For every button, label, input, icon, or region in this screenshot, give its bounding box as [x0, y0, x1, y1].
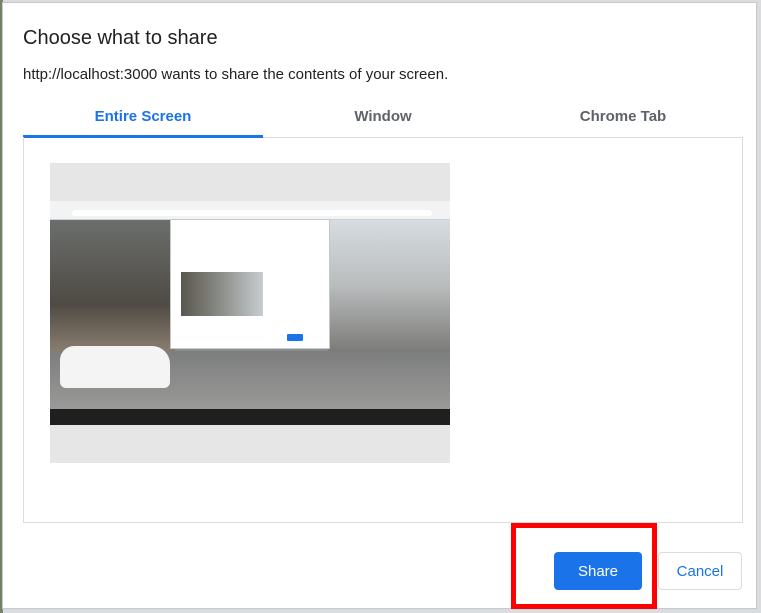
dialog-title: Choose what to share	[23, 27, 218, 49]
dialog-subtitle: http://localhost:3000 wants to share the…	[23, 66, 449, 83]
preview-dialog-button	[287, 334, 303, 341]
tab-entire-screen[interactable]: Entire Screen	[23, 99, 263, 138]
cancel-button[interactable]: Cancel	[658, 552, 742, 590]
preview-dialog-thumbnail	[181, 272, 263, 316]
tab-content-panel	[23, 137, 743, 523]
share-screen-dialog: Choose what to share http://localhost:30…	[2, 2, 757, 609]
preview-taskbar	[50, 409, 450, 425]
tab-window[interactable]: Window	[263, 99, 503, 137]
preview-browser-bar	[50, 201, 450, 220]
preview-omnibox	[72, 210, 432, 216]
tab-chrome-tab[interactable]: Chrome Tab	[503, 99, 743, 137]
preview-car	[60, 346, 170, 388]
screen-thumbnail-option[interactable]	[50, 163, 450, 463]
share-button[interactable]: Share	[554, 552, 642, 590]
share-source-tabs: Entire Screen Window Chrome Tab	[23, 99, 743, 138]
screen-preview-image	[50, 201, 450, 425]
dialog-actions: Share Cancel	[554, 552, 742, 590]
preview-dialog	[170, 219, 330, 349]
